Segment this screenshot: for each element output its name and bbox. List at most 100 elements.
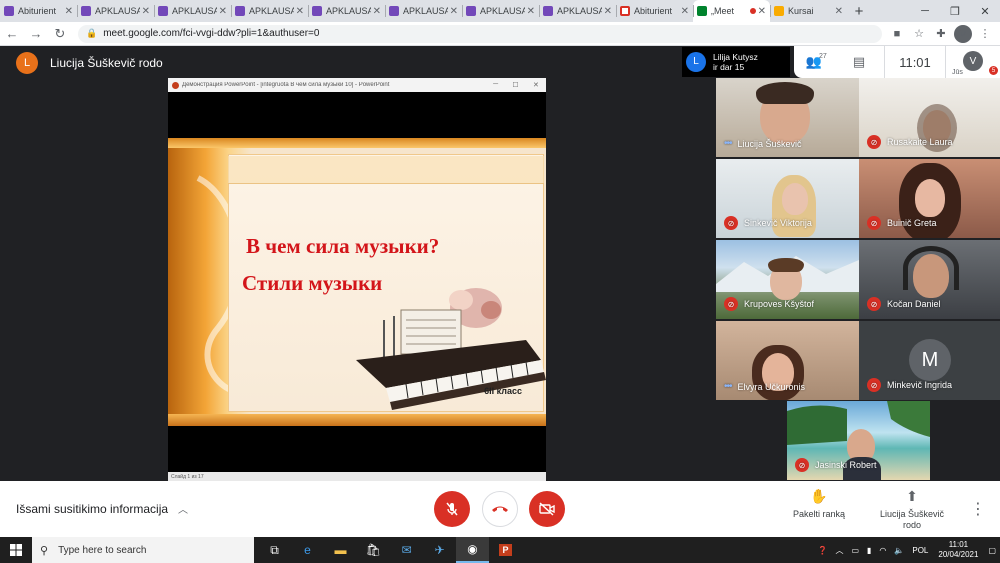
app-icon[interactable]: ✈: [423, 537, 456, 563]
windows-start-button[interactable]: [0, 537, 32, 563]
chevron-up-icon[interactable]: ︿: [835, 545, 843, 556]
self-label: Jūs: [952, 69, 963, 76]
taskbar-clock[interactable]: 11:01 20/04/2021: [938, 540, 978, 560]
search-icon: ⚲: [40, 544, 49, 557]
lock-icon[interactable]: 🔒: [86, 28, 97, 39]
close-tab-icon[interactable]: ✕: [450, 6, 458, 17]
forms-icon: [81, 6, 91, 16]
browser-toolbar: ← → ↻ 🔒 meet.google.com/fci-vvgi-ddw?pli…: [0, 22, 1000, 46]
forms-icon: [389, 6, 399, 16]
close-tab-icon[interactable]: ✕: [758, 6, 766, 17]
participant-tile[interactable]: ⊘ Sinkevič Viktorija: [716, 159, 859, 238]
close-window-icon[interactable]: ✕: [970, 0, 1000, 22]
meeting-details-button[interactable]: Išsami susitikimo informacija ︿: [16, 501, 188, 517]
browser-tab-active[interactable]: „Meet ✕: [693, 0, 770, 22]
participant-video: [915, 179, 945, 217]
close-tab-icon[interactable]: ✕: [296, 6, 304, 17]
help-icon[interactable]: ❓: [817, 546, 827, 555]
system-tray: ❓ ︿ ▭ ▮ ◠ 🔈 POL 11:01 20/04/2021 ▢: [813, 540, 1000, 560]
store-icon[interactable]: 🛍: [357, 537, 390, 563]
browser-tab-strip: Abiturient ✕ APKLAUSA ✕ APKLAUSA ✕ APKLAUSA…: [0, 0, 1000, 22]
browser-tab[interactable]: APKLAUSA ✕: [77, 0, 154, 22]
mic-off-icon: ⊘: [724, 297, 738, 311]
close-tab-icon[interactable]: ✕: [527, 6, 535, 17]
new-tab-button[interactable]: +: [847, 0, 871, 22]
leave-call-button[interactable]: [482, 491, 518, 527]
close-tab-icon[interactable]: ✕: [604, 6, 612, 17]
browser-tab[interactable]: Abiturient ✕: [616, 0, 693, 22]
raise-hand-button[interactable]: ✋ Pakelti ranką: [790, 488, 848, 520]
participant-tile[interactable]: ••• Liucija Šuškevič: [716, 78, 859, 157]
file-explorer-icon[interactable]: ▬: [324, 537, 357, 563]
minimize-icon[interactable]: ─: [910, 0, 940, 22]
participant-tile[interactable]: ⊘ Krupoves Kšyštof: [716, 240, 859, 319]
participant-tile[interactable]: ⊘ Jasinski Robert: [787, 401, 930, 480]
network-icon[interactable]: ▭: [851, 546, 859, 555]
windows-taskbar: ⚲ Type here to search ⧉ e ▬ 🛍 ✉ ✈ ◉ P ❓ …: [0, 537, 1000, 563]
camera-icon[interactable]: ■: [888, 25, 906, 43]
forms-icon: [4, 6, 14, 16]
language-indicator[interactable]: POL: [912, 546, 928, 555]
avatar: M: [909, 339, 951, 381]
chat-button[interactable]: ▤: [834, 46, 884, 78]
mic-off-icon: ⊘: [795, 458, 809, 472]
browser-tab[interactable]: Abiturient ✕: [0, 0, 77, 22]
minimize-icon: ─: [493, 81, 499, 88]
close-tab-icon[interactable]: ✕: [142, 6, 150, 17]
close-tab-icon[interactable]: ✕: [65, 6, 73, 17]
address-bar[interactable]: 🔒 meet.google.com/fci-vvgi-ddw?pli=1&aut…: [78, 24, 882, 43]
close-tab-icon[interactable]: ✕: [219, 6, 227, 17]
profile-avatar[interactable]: V: [954, 24, 972, 43]
participant-tile[interactable]: ⊘ Buinič Greta: [859, 159, 1000, 238]
microphone-toggle-button[interactable]: [434, 491, 470, 527]
hand-icon: ✋: [810, 488, 828, 504]
forms-icon: [312, 6, 322, 16]
taskbar-search-input[interactable]: ⚲ Type here to search: [32, 537, 254, 563]
participant-tile[interactable]: ⊘ Rusakaite Laura: [859, 78, 1000, 157]
powerpoint-icon[interactable]: P: [489, 537, 522, 563]
close-tab-icon[interactable]: ✕: [681, 6, 689, 17]
edge-icon[interactable]: e: [291, 537, 324, 563]
close-tab-icon[interactable]: ✕: [835, 6, 843, 17]
battery-icon[interactable]: ▮: [867, 546, 871, 555]
forward-icon[interactable]: →: [24, 22, 48, 46]
presenting-button[interactable]: ⬆ Liucija Šuškevič rodo: [872, 489, 952, 531]
participant-tile[interactable]: ⊘ Kočan Daniel: [859, 240, 1000, 319]
extensions-icon[interactable]: ✚: [932, 25, 950, 43]
slide-grade: 6II класс: [484, 386, 522, 396]
participants-button[interactable]: 👥 27: [794, 46, 834, 78]
gmail-icon: [620, 6, 630, 16]
browser-tab[interactable]: APKLAUSA ✕: [462, 0, 539, 22]
self-view[interactable]: V Jūs 5: [946, 46, 1000, 78]
reload-icon[interactable]: ↻: [48, 22, 72, 46]
star-icon[interactable]: ☆: [910, 25, 928, 43]
wifi-icon[interactable]: ◠: [879, 546, 886, 555]
back-icon[interactable]: ←: [0, 22, 24, 46]
forms-icon: [158, 6, 168, 16]
menu-icon[interactable]: ⋮: [976, 25, 994, 43]
browser-tab[interactable]: APKLAUSA ✕: [154, 0, 231, 22]
pinned-participant[interactable]: L Lilija Kutysz ir dar 15: [682, 47, 790, 77]
maximize-icon[interactable]: ❐: [940, 0, 970, 22]
powerpoint-icon: [172, 81, 179, 89]
browser-tab[interactable]: APKLAUSA ✕: [231, 0, 308, 22]
participant-tile[interactable]: M ⊘ Minkevič Ingrida: [859, 321, 1000, 400]
notifications-icon[interactable]: ▢: [988, 546, 996, 555]
chrome-icon[interactable]: ◉: [456, 537, 489, 563]
close-tab-icon[interactable]: ✕: [373, 6, 381, 17]
task-view-icon[interactable]: ⧉: [258, 537, 291, 563]
browser-tab[interactable]: Kursai ✕: [770, 0, 847, 22]
camera-toggle-button[interactable]: [529, 491, 565, 527]
browser-tab[interactable]: APKLAUSA ✕: [539, 0, 616, 22]
participant-tile[interactable]: ••• Elvyra Učkuronis: [716, 321, 859, 400]
classroom-icon: [774, 6, 784, 16]
more-options-icon[interactable]: ⋮: [970, 499, 986, 519]
window-controls: ─ ❐ ✕: [910, 0, 1000, 22]
participant-video: [782, 183, 808, 215]
speaking-icon: •••: [724, 138, 732, 149]
windows-logo-icon: [10, 544, 22, 556]
mail-icon[interactable]: ✉: [390, 537, 423, 563]
volume-icon[interactable]: 🔈: [894, 546, 904, 555]
browser-tab[interactable]: APKLAUSA ✕: [308, 0, 385, 22]
browser-tab[interactable]: APKLAUSA ✕: [385, 0, 462, 22]
